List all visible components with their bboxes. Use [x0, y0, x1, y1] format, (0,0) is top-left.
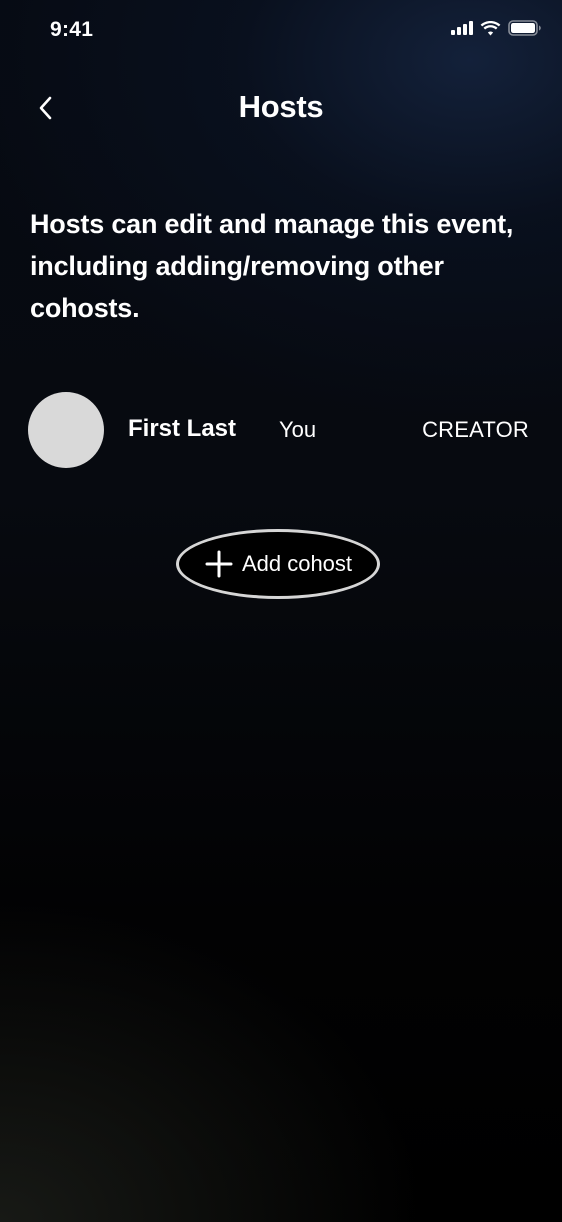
host-you-tag: You	[279, 417, 317, 442]
add-cohost-button[interactable]: Add cohost	[176, 529, 380, 599]
status-icons	[451, 20, 542, 36]
status-bar: 9:41	[0, 0, 562, 60]
header: Hosts	[0, 80, 562, 136]
cellular-signal-icon	[451, 21, 473, 35]
host-row: First Last You CREATOR	[28, 392, 538, 468]
add-cohost-label: Add cohost	[241, 551, 353, 576]
host-role-badge: CREATOR	[422, 417, 529, 442]
hosts-screen: 9:41 Hosts Hosts can edit and manage thi…	[0, 0, 562, 1222]
page-title: Hosts	[238, 89, 324, 124]
status-time: 9:41	[50, 18, 94, 41]
plus-icon	[204, 549, 234, 579]
host-name: First Last	[128, 415, 237, 442]
hosts-description: Hosts can edit and manage this event, in…	[30, 209, 514, 323]
wifi-icon	[480, 20, 501, 36]
battery-icon	[508, 20, 542, 36]
avatar	[28, 392, 104, 468]
